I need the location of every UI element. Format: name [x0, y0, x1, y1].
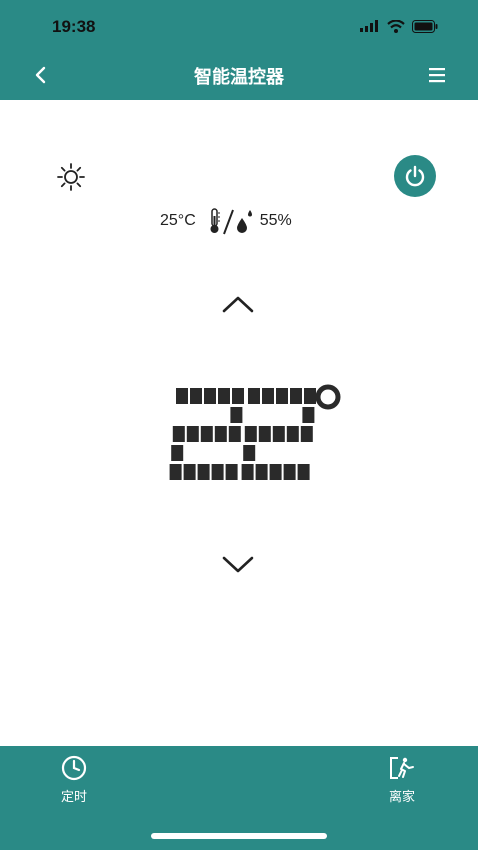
digit-segment — [190, 388, 202, 404]
digit-segment — [183, 464, 196, 480]
digit-segment — [230, 407, 243, 423]
room-temperature: 25°C — [160, 212, 196, 229]
digit-segment — [171, 445, 184, 461]
tab-timer[interactable]: 定时 — [46, 754, 102, 814]
decrease-temperature-button[interactable] — [220, 553, 256, 575]
degree-symbol — [315, 384, 341, 410]
digit-segment — [176, 388, 188, 404]
digit-segment — [244, 426, 257, 442]
digit-segment — [304, 388, 316, 404]
digit-segment — [169, 464, 182, 480]
digit-segment — [248, 388, 260, 404]
room-humidity: 55% — [259, 212, 292, 229]
exit-door-icon — [390, 757, 414, 779]
power-button[interactable] — [394, 155, 436, 197]
digit-segment — [225, 464, 238, 480]
sun-icon[interactable] — [56, 162, 86, 192]
signal-icon — [360, 20, 378, 32]
home-indicator — [151, 833, 327, 839]
tab-timer-label: 定时 — [60, 790, 87, 805]
digit-segment — [272, 426, 285, 442]
digit-segment — [172, 426, 185, 442]
page-title: 智能温控器 — [194, 67, 284, 88]
thermometer-humidity-icon — [210, 208, 252, 235]
digit-segment — [243, 445, 256, 461]
digit-segment — [197, 464, 210, 480]
digit-segment — [276, 388, 288, 404]
digit-segment — [232, 388, 244, 404]
digit-segment — [290, 388, 302, 404]
status-bar: 19:38 — [0, 0, 478, 50]
increase-temperature-button[interactable] — [220, 294, 256, 316]
digit-segment — [200, 426, 213, 442]
status-time: 19:38 — [52, 17, 96, 36]
bottom-tab-bar: 定时 离家 — [0, 746, 478, 850]
digit-segment — [258, 426, 271, 442]
digit-segment — [241, 464, 254, 480]
digit-segment — [300, 426, 313, 442]
digit-segment — [211, 464, 224, 480]
setpoint-display — [169, 384, 341, 480]
nav-bar: 智能温控器 — [0, 50, 478, 100]
digit-segment — [283, 464, 296, 480]
digit-segment — [186, 426, 199, 442]
tab-away[interactable]: 离家 — [374, 754, 430, 814]
menu-button[interactable] — [426, 64, 448, 86]
power-icon — [405, 165, 425, 187]
digit-segment — [255, 464, 268, 480]
digit-segment — [286, 426, 299, 442]
digit-segment — [204, 388, 216, 404]
clock-icon — [61, 755, 87, 781]
tab-away-label: 离家 — [388, 790, 415, 805]
digit-segment — [297, 464, 310, 480]
digit-segment — [302, 407, 315, 423]
digit-segment — [228, 426, 241, 442]
digit-segment — [218, 388, 230, 404]
digit-segment — [214, 426, 227, 442]
status-icons — [360, 18, 438, 34]
digit-segment — [269, 464, 282, 480]
wifi-icon — [387, 19, 405, 33]
digit-segment — [262, 388, 274, 404]
setpoint-digits — [169, 388, 316, 480]
environment-readout: 25°C 55% — [160, 206, 292, 236]
battery-icon — [412, 19, 438, 33]
